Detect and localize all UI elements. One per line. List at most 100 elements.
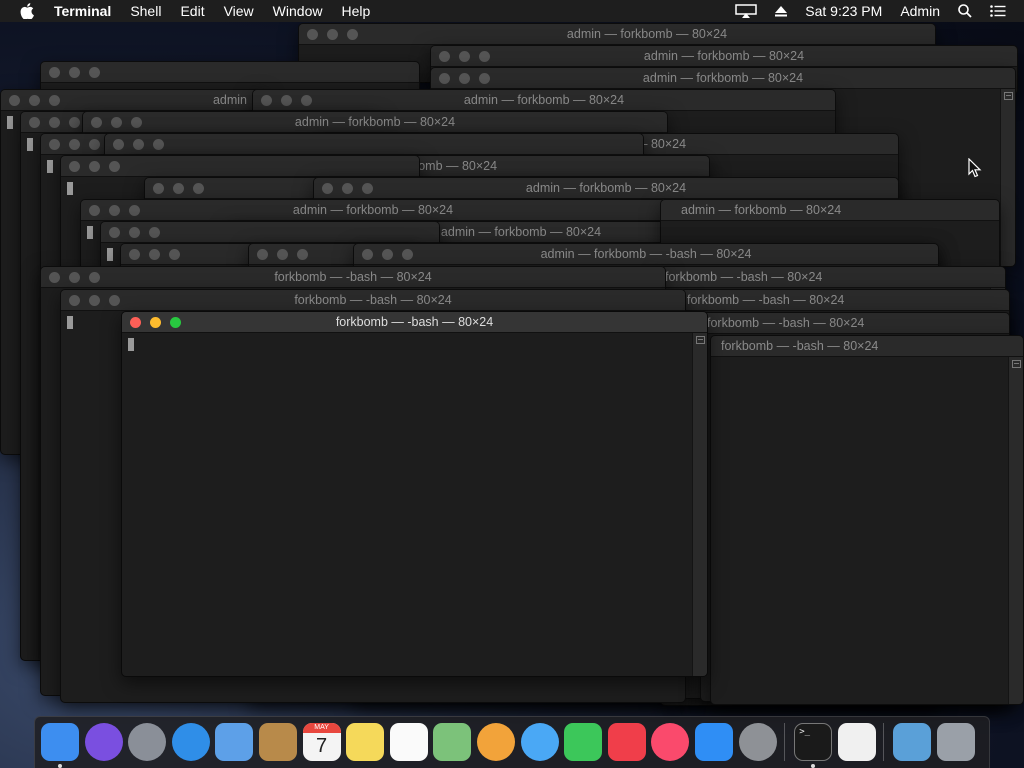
- text-cursor: [107, 248, 113, 261]
- menu-edit[interactable]: Edit: [180, 3, 204, 19]
- title-bar[interactable]: admin — forkbomb — 80×24: [253, 90, 835, 111]
- user-menu[interactable]: Admin: [900, 3, 940, 19]
- text-cursor: [7, 116, 13, 129]
- finder-icon[interactable]: [41, 723, 79, 761]
- title-bar[interactable]: forkbomb — -bash — 80×24: [61, 290, 685, 311]
- zoom-button[interactable]: [89, 67, 100, 78]
- terminal-window[interactable]: forkbomb — -bash — 80×24: [710, 335, 1024, 705]
- spotlight-search-icon[interactable]: [958, 4, 972, 18]
- reminders-icon[interactable]: [389, 723, 428, 761]
- active-terminal-window[interactable]: forkbomb — -bash — 80×24: [121, 311, 708, 677]
- title-bar[interactable]: [41, 62, 419, 83]
- zoom-button[interactable]: [169, 249, 180, 260]
- window-title: admin — forkbomb — 80×24: [643, 49, 805, 63]
- mail-icon[interactable]: [215, 723, 254, 761]
- title-bar[interactable]: [101, 222, 439, 243]
- minimize-button[interactable]: [69, 67, 80, 78]
- scrollbar[interactable]: [692, 333, 707, 676]
- title-bar[interactable]: forkbomb — -bash — 80×24: [681, 290, 1009, 311]
- menu-window[interactable]: Window: [273, 3, 323, 19]
- title-bar[interactable]: forkbomb — -bash — 80×24: [122, 312, 707, 333]
- minimize-button[interactable]: [69, 139, 80, 150]
- zoom-button[interactable]: [89, 139, 100, 150]
- zoom-button[interactable]: [109, 161, 120, 172]
- contacts-icon[interactable]: [259, 723, 297, 761]
- title-bar[interactable]: admin — forkbomb — 80×24: [431, 46, 1017, 67]
- title-bar[interactable]: admin — forkbomb — 80×24: [314, 178, 898, 199]
- airplay-icon[interactable]: [735, 4, 758, 18]
- notification-center-icon[interactable]: [990, 5, 1006, 17]
- terminal-icon[interactable]: >_: [794, 723, 833, 761]
- close-button[interactable]: [129, 249, 140, 260]
- zoom-button[interactable]: [69, 117, 80, 128]
- scrollbar[interactable]: [1008, 357, 1023, 704]
- minimize-button[interactable]: [173, 183, 184, 194]
- minimize-button[interactable]: [129, 227, 140, 238]
- title-bar[interactable]: forkbomb — -bash — 80×24: [661, 267, 1005, 288]
- window-title: admin — forkbomb — 80×24: [566, 27, 728, 41]
- title-bar[interactable]: admin — forkbomb — 80×24: [83, 112, 667, 133]
- window-title: forkbomb — -bash — 80×24: [294, 293, 452, 307]
- title-bar[interactable]: admin: [1, 90, 265, 111]
- notes-icon[interactable]: [346, 723, 385, 761]
- app-store-icon[interactable]: [695, 723, 733, 761]
- minimize-button[interactable]: [149, 249, 160, 260]
- zoom-button[interactable]: [193, 183, 204, 194]
- photos-icon[interactable]: [477, 723, 515, 761]
- clock[interactable]: Sat 9:23 PM: [805, 3, 882, 19]
- title-bar[interactable]: [105, 134, 643, 155]
- zoom-button[interactable]: [149, 227, 160, 238]
- title-bar[interactable]: admin — forkbomb — 80×24: [661, 200, 999, 221]
- window-title: admin — forkbomb — 80×24: [294, 115, 456, 129]
- maps-icon[interactable]: [433, 723, 472, 761]
- calendar-icon[interactable]: MAY 7: [302, 723, 341, 761]
- title-bar[interactable]: [61, 156, 419, 177]
- scroll-split-icon[interactable]: [1004, 92, 1013, 100]
- zoom-button[interactable]: [297, 249, 308, 260]
- minimize-button[interactable]: [89, 161, 100, 172]
- facetime-icon[interactable]: [564, 723, 603, 761]
- minimize-button[interactable]: [133, 139, 144, 150]
- menu-view[interactable]: View: [224, 3, 254, 19]
- close-button[interactable]: [109, 227, 120, 238]
- close-button[interactable]: [69, 161, 80, 172]
- eject-icon[interactable]: [775, 5, 788, 17]
- menu-help[interactable]: Help: [341, 3, 370, 19]
- title-bar[interactable]: forkbomb — -bash — 80×24: [41, 267, 665, 288]
- close-button[interactable]: [113, 139, 124, 150]
- title-bar[interactable]: admin — forkbomb — -bash — 80×24: [354, 244, 938, 265]
- news-icon[interactable]: [607, 723, 646, 761]
- zoom-button[interactable]: [153, 139, 164, 150]
- music-icon[interactable]: [651, 723, 690, 761]
- running-indicator: [811, 764, 816, 768]
- scrollbar[interactable]: [1000, 89, 1015, 266]
- siri-icon[interactable]: [84, 723, 123, 761]
- safari-icon[interactable]: [171, 723, 210, 761]
- title-bar[interactable]: forkbomb — -bash — 80×24: [711, 336, 1023, 357]
- downloads-folder-icon[interactable]: [893, 723, 932, 761]
- close-button[interactable]: [49, 67, 60, 78]
- system-preferences-icon[interactable]: [738, 723, 777, 761]
- trash-icon[interactable]: [937, 723, 975, 761]
- dock: MAY 7 >_: [34, 716, 990, 768]
- messages-icon[interactable]: [520, 723, 559, 761]
- minimize-button[interactable]: [49, 117, 60, 128]
- scroll-split-icon[interactable]: [1012, 360, 1021, 368]
- textedit-icon[interactable]: [837, 723, 876, 761]
- text-cursor: [47, 160, 53, 173]
- close-button[interactable]: [257, 249, 268, 260]
- dock-separator: [784, 723, 786, 761]
- menu-app-name[interactable]: Terminal: [54, 3, 111, 19]
- close-button[interactable]: [29, 117, 40, 128]
- menu-shell[interactable]: Shell: [130, 3, 161, 19]
- apple-menu-icon[interactable]: [20, 3, 38, 19]
- title-bar[interactable]: admin — forkbomb — 80×24: [81, 200, 665, 221]
- close-button[interactable]: [153, 183, 164, 194]
- title-bar[interactable]: admin — forkbomb — 80×24: [299, 24, 935, 45]
- close-button[interactable]: [49, 139, 60, 150]
- minimize-button[interactable]: [277, 249, 288, 260]
- title-bar[interactable]: forkbomb — -bash — 80×24: [701, 313, 1009, 334]
- launchpad-icon[interactable]: [128, 723, 167, 761]
- title-bar[interactable]: admin — forkbomb — 80×24: [431, 68, 1015, 89]
- scroll-split-icon[interactable]: [696, 336, 705, 344]
